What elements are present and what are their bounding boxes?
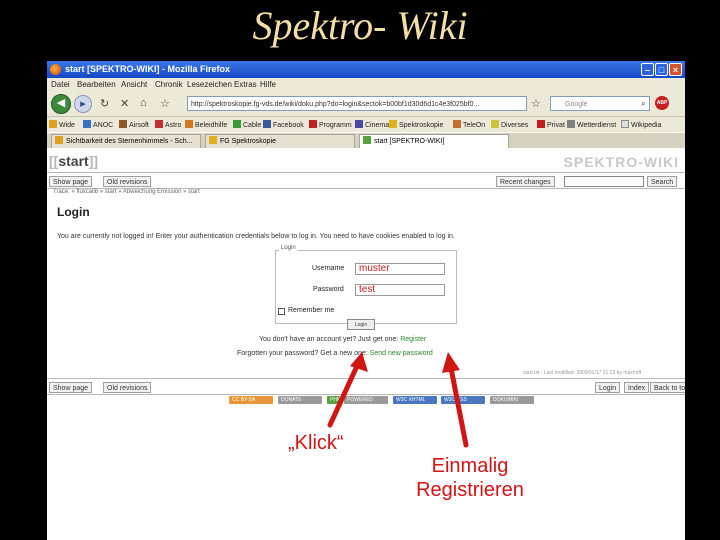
url-star-icon[interactable]: ☆	[531, 97, 541, 110]
back-arrow-icon[interactable]: ◀	[51, 94, 71, 114]
donate-badge[interactable]: DONATE	[278, 396, 322, 404]
password-label: Password	[313, 286, 344, 293]
tab-start-spektro-wiki[interactable]: start [SPEKTRO-WIKI]	[359, 134, 509, 148]
remember-me-label: Remember me	[288, 307, 335, 314]
navigation-toolbar: ◀ ▸ ↻ ✕ ⌂ ☆ http://spektroskopie.fg-vds.…	[47, 92, 685, 117]
url-bar[interactable]: http://spektroskopie.fg-vds.de/wiki/doku…	[187, 96, 527, 111]
divider	[47, 394, 685, 395]
menu-ansicht[interactable]: Ansicht	[121, 80, 147, 89]
wiki-search-button[interactable]: Search	[647, 176, 678, 187]
username-label: Username	[312, 265, 345, 272]
bottom-login-button[interactable]: Login	[595, 382, 621, 393]
login-heading: Login	[57, 205, 90, 219]
password-input[interactable]: test	[355, 284, 445, 296]
home-icon[interactable]: ⌂	[140, 97, 147, 109]
register-annotation: Einmalig Registrieren	[400, 454, 540, 502]
browser-screenshot: start [SPEKTRO-WIKI] - Mozilla Firefox –…	[47, 61, 685, 540]
login-button[interactable]: Login	[347, 319, 375, 330]
reload-icon[interactable]: ↻	[100, 97, 109, 110]
firefox-logo-icon	[50, 64, 61, 75]
license-badge[interactable]: CC BY-SA	[229, 396, 273, 404]
register-annotation-line2: Registrieren	[416, 479, 524, 501]
dokuwiki-badge[interactable]: DOKUWIKI	[490, 396, 534, 404]
powered-badge[interactable]: POWERED	[344, 396, 388, 404]
window-titlebar: start [SPEKTRO-WIKI] - Mozilla Firefox –…	[47, 61, 685, 78]
register-link[interactable]: Register	[400, 336, 426, 343]
recent-changes-button[interactable]: Recent changes	[496, 176, 555, 187]
divider	[47, 172, 685, 173]
bookmark-item[interactable]: Wikipedia	[621, 120, 661, 129]
maximize-icon[interactable]: □	[655, 63, 668, 76]
search-box[interactable]: Google	[550, 96, 650, 111]
bookmark-item[interactable]: Spektroskopie	[389, 120, 443, 129]
bookmark-item[interactable]: Privat	[537, 120, 565, 129]
bookmark-item[interactable]: TeleOn	[453, 120, 485, 129]
login-legend: Login	[279, 245, 298, 251]
tab-bar: Sichtbarkeit des Sternenhimmels - Sch...…	[47, 133, 685, 148]
menu-datei[interactable]: Datei	[51, 80, 70, 89]
no-account-text: You don't have an account yet? Just get …	[259, 336, 427, 343]
menu-bearbeiten[interactable]: Bearbeiten	[77, 80, 116, 89]
forgot-password-text: Forgotten your password? Get a new one: …	[237, 350, 433, 357]
bottom-show-page-button[interactable]: Show page	[49, 382, 93, 393]
tab-sichtbarkeit[interactable]: Sichtbarkeit des Sternenhimmels - Sch...	[51, 134, 201, 148]
login-message: You are currently not logged in! Enter y…	[57, 233, 455, 240]
bookmark-item[interactable]: Airsoft	[119, 120, 149, 129]
search-icon[interactable]: ⌕	[641, 98, 646, 109]
remember-me-checkbox[interactable]	[278, 308, 285, 315]
tab-fg-spektroskopie[interactable]: FG Spektroskopie	[205, 134, 355, 148]
bookmarks-toolbar: Wide ANOC Airsoft Astro Beleidhilfe Cabl…	[47, 117, 685, 132]
minimize-icon[interactable]: –	[641, 63, 654, 76]
bookmark-item[interactable]: Beleidhilfe	[185, 120, 227, 129]
wiki-brand[interactable]: SPEKTRO-WIKI	[564, 154, 679, 170]
wiki-page: [[start]] SPEKTRO-WIKI Show page Old rev…	[47, 149, 685, 540]
last-modified: start.txt · Last modified: 2009/01/17 21…	[523, 370, 642, 376]
adblock-icon[interactable]: ABP	[655, 96, 669, 110]
menu-bar: Datei Bearbeiten Ansicht Chronik Lesezei…	[47, 78, 685, 92]
bookmark-item[interactable]: ANOC	[83, 120, 113, 129]
bottom-old-revisions-button[interactable]: Old revisions	[103, 382, 152, 393]
bookmark-item[interactable]: Astro	[155, 120, 181, 129]
click-annotation: „Klick“	[288, 432, 344, 454]
bookmark-item[interactable]: Cable	[233, 120, 261, 129]
menu-chronik[interactable]: Chronik	[155, 80, 183, 89]
breadcrumb: Trace: » fluxcalib » start » Abweichung …	[53, 189, 200, 195]
bookmark-item[interactable]: Facebook	[263, 120, 304, 129]
bookmark-item[interactable]: Diverses	[491, 120, 528, 129]
menu-extras[interactable]: Extras	[234, 80, 257, 89]
bottom-index-button[interactable]: Index	[624, 382, 650, 393]
bottom-back-to-top-button[interactable]: Back to top	[650, 382, 685, 393]
window-title: start [SPEKTRO-WIKI] - Mozilla Firefox	[65, 64, 231, 74]
show-page-button[interactable]: Show page	[49, 176, 93, 187]
php-badge[interactable]: PHP	[327, 396, 340, 404]
send-new-password-link[interactable]: Send new password	[370, 350, 433, 357]
w3c-xhtml-badge[interactable]: W3C XHTML	[393, 396, 437, 404]
divider	[47, 378, 685, 379]
username-input[interactable]: muster	[355, 263, 445, 275]
bookmark-item[interactable]: Programm	[309, 120, 352, 129]
bookmark-item[interactable]: Wetterdienst	[567, 120, 616, 129]
register-annotation-line1: Einmalig	[431, 455, 509, 477]
forward-arrow-icon[interactable]: ▸	[74, 95, 92, 113]
slide-title: Spektro- Wiki	[252, 3, 468, 48]
wiki-search-input[interactable]	[564, 176, 644, 187]
stop-icon[interactable]: ✕	[120, 97, 129, 110]
page-title[interactable]: [[start]]	[49, 153, 98, 169]
old-revisions-button[interactable]: Old revisions	[103, 176, 152, 187]
bookmark-item[interactable]: Wide	[49, 120, 75, 129]
bookmark-item[interactable]: Cinema	[355, 120, 389, 129]
close-icon[interactable]: ×	[669, 63, 682, 76]
w3c-css-badge[interactable]: W3C CSS	[441, 396, 485, 404]
menu-hilfe[interactable]: Hilfe	[260, 80, 276, 89]
bookmark-star-icon[interactable]: ☆	[160, 97, 170, 110]
menu-lesezeichen[interactable]: Lesezeichen	[187, 80, 232, 89]
